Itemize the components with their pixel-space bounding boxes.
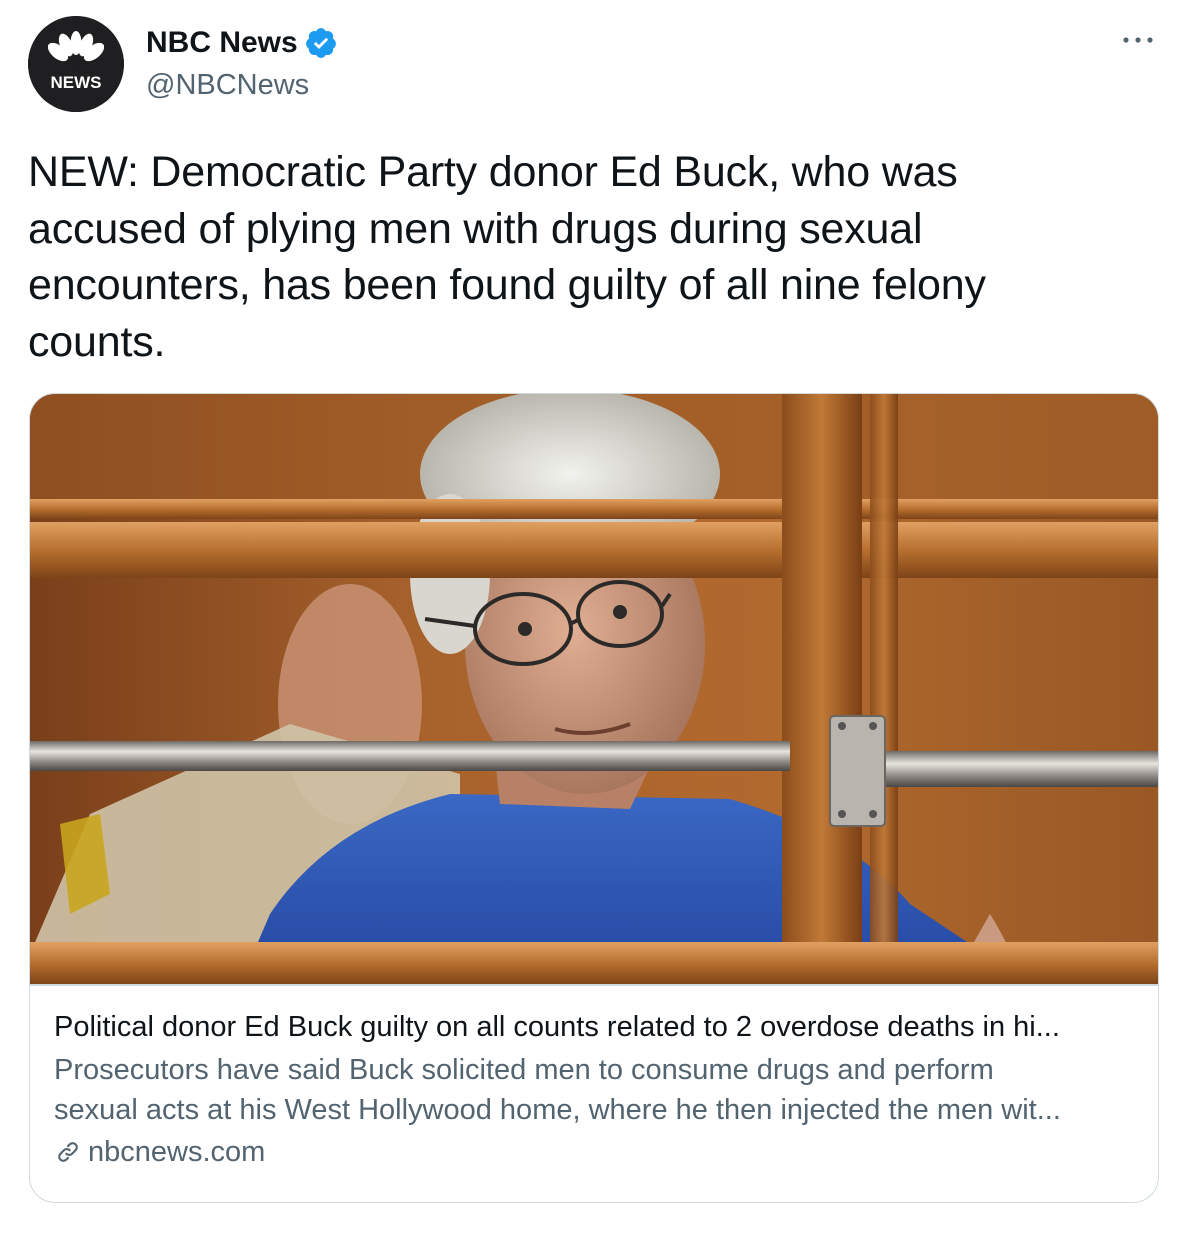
tweet-text-line: accused of plying men with drugs during … [28,204,923,253]
tweet-header: NEWS NBC News @NBCNews [28,16,338,112]
avatar-text: NEWS [51,73,102,92]
tweet-text-line: NEW: Democratic Party donor Ed Buck, who… [28,148,958,196]
account-names: NBC News @NBCNews [146,24,338,104]
tweet: NEWS NBC News @NBCNews NEW: Democratic P… [0,0,1186,1236]
verified-badge-icon [305,28,336,58]
link-card[interactable]: Political donor Ed Buck guilty on all co… [29,393,1159,1203]
courtroom-photo [30,394,1158,984]
tweet-text: NEW: Democratic Party donor Ed Buck, who… [28,144,1038,370]
avatar[interactable]: NEWS [28,16,124,112]
display-name[interactable]: NBC News [146,24,298,62]
handle[interactable]: @NBCNews [146,66,338,104]
card-divider [30,984,1158,986]
card-domain-text[interactable]: nbcnews.com [88,1132,265,1172]
link-icon [58,1142,78,1162]
card-title[interactable]: Political donor Ed Buck guilty on all co… [54,1008,1134,1046]
card-image[interactable] [30,394,1158,984]
nbc-peacock-logo-icon: NEWS [28,16,124,112]
card-description-line: Prosecutors have said Buck solicited men… [54,1054,994,1086]
tweet-text-line: counts. [28,317,166,366]
card-description-line: sexual acts at his West Hollywood home, … [54,1094,1061,1126]
name-row: NBC News [146,24,338,62]
card-body[interactable]: Political donor Ed Buck guilty on all co… [54,1008,1134,1172]
card-domain[interactable]: nbcnews.com [54,1132,1134,1172]
tweet-text-line: encounters, has been found guilty of all… [28,261,986,309]
card-description: Prosecutors have said Buck solicited men… [54,1050,1134,1130]
more-options-icon[interactable] [1120,28,1156,52]
